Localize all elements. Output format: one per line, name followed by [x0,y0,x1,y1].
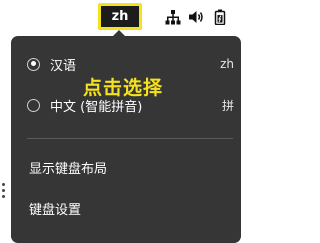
menu-item-keyboard-settings[interactable]: 键盘设置 [11,193,241,223]
menu-separator [27,138,233,139]
input-method-menu: 汉语 zh 中文 (智能拼音) 拼 显示键盘布局 键盘设置 [11,36,241,243]
radio-selected-icon [27,57,40,71]
menu-item-accel: 拼 [221,98,234,113]
top-panel: zh [0,0,247,33]
menu-item-show-keyboard-layout[interactable]: 显示键盘布局 [11,152,241,182]
input-method-indicator-label: zh [111,9,129,24]
radio-unselected-icon [27,98,40,112]
background-window-handle [2,183,6,201]
menu-item-label: 汉语 [50,58,77,74]
network-icon[interactable] [165,9,181,25]
battery-icon[interactable] [212,9,228,25]
click-to-select-annotation: 点击选择 [83,77,164,99]
input-method-indicator[interactable]: zh [98,3,142,30]
menu-item-label: 键盘设置 [29,202,82,218]
volume-icon[interactable] [188,9,204,25]
menu-item-accel: zh [220,57,234,71]
menu-item-label: 显示键盘布局 [29,161,108,177]
